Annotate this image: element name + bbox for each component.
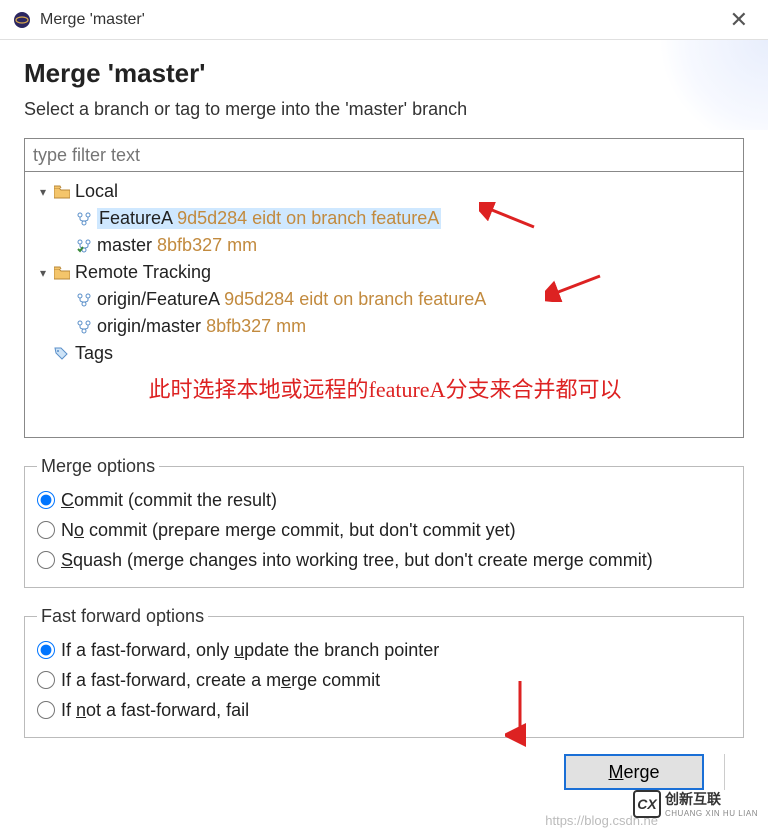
merge-options-legend: Merge options [37, 456, 159, 477]
chevron-down-icon[interactable]: ▾ [35, 185, 51, 199]
tree-item-master[interactable]: master 8bfb327 mm [31, 232, 737, 259]
watermark-text: 创新互联 [665, 789, 758, 809]
ff-options-legend: Fast forward options [37, 606, 208, 627]
dialog-button-row: Merge [0, 738, 768, 790]
radio-ff-update-input[interactable] [37, 641, 55, 659]
radio-ff-merge-commit-input[interactable] [37, 671, 55, 689]
folder-open-icon [53, 183, 71, 201]
button-divider [724, 754, 744, 790]
close-icon[interactable]: ✕ [722, 7, 756, 33]
radio-no-commit-input[interactable] [37, 521, 55, 539]
branch-text: origin/master 8bfb327 mm [97, 316, 306, 337]
folder-open-icon [53, 264, 71, 282]
radio-commit[interactable]: Commit (commit the result) [37, 485, 731, 515]
dialog-subtitle: Select a branch or tag to merge into the… [24, 99, 744, 120]
tags-icon [53, 345, 71, 363]
branch-text: master 8bfb327 mm [97, 235, 257, 256]
radio-ff-merge-commit[interactable]: If a fast-forward, create a merge commit [37, 665, 731, 695]
dialog-title: Merge 'master' [24, 58, 744, 89]
filter-input[interactable] [24, 138, 744, 172]
radio-commit-input[interactable] [37, 491, 55, 509]
branch-text: origin/FeatureA 9d5d284 eidt on branch f… [97, 289, 486, 310]
branch-icon [75, 210, 93, 228]
tree-item-featurea[interactable]: FeatureA 9d5d284 eidt on branch featureA [31, 205, 737, 232]
chevron-down-icon[interactable]: ▾ [35, 266, 51, 280]
tree-label: Tags [75, 343, 113, 364]
tree-item-origin-featurea[interactable]: origin/FeatureA 9d5d284 eidt on branch f… [31, 286, 737, 313]
tree-node-remote[interactable]: ▾ Remote Tracking [31, 259, 737, 286]
checked-out-branch-icon [75, 237, 93, 255]
radio-no-commit[interactable]: No o commit (prepare merge commit, but d… [37, 515, 731, 545]
watermark-subtext: CHUANG XIN HU LIAN [665, 809, 758, 818]
selected-branch-text: FeatureA 9d5d284 eidt on branch featureA [97, 208, 441, 229]
watermark: CX 创新互联 CHUANG XIN HU LIAN [633, 789, 758, 818]
fast-forward-options-group: Fast forward options If a fast-forward, … [24, 606, 744, 738]
radio-ff-fail[interactable]: If not a fast-forward, fail [37, 695, 731, 725]
watermark-logo-icon: CX [633, 790, 661, 818]
merge-button[interactable]: Merge [564, 754, 704, 790]
dialog-header: Merge 'master' Select a branch or tag to… [0, 40, 768, 138]
window-title: Merge 'master' [40, 11, 722, 29]
radio-squash-input[interactable] [37, 551, 55, 569]
branch-icon [75, 318, 93, 336]
radio-squash[interactable]: Squash (merge changes into working tree,… [37, 545, 731, 575]
title-bar: Merge 'master' ✕ [0, 0, 768, 40]
branch-icon [75, 291, 93, 309]
tree-node-local[interactable]: ▾ Local [31, 178, 737, 205]
merge-options-group: Merge options Commit (commit the result)… [24, 456, 744, 588]
tree-label: Remote Tracking [75, 262, 211, 283]
radio-ff-update[interactable]: If a fast-forward, only update the branc… [37, 635, 731, 665]
branch-tree[interactable]: ▾ Local FeatureA 9d5d284 eidt on branch … [24, 172, 744, 438]
annotation-text: 此时选择本地或远程的featureA分支来合并都可以 [85, 372, 685, 404]
tree-item-origin-master[interactable]: origin/master 8bfb327 mm [31, 313, 737, 340]
tree-label: Local [75, 181, 118, 202]
radio-ff-fail-input[interactable] [37, 701, 55, 719]
eclipse-icon [12, 10, 32, 30]
tree-node-tags[interactable]: Tags [31, 340, 737, 367]
